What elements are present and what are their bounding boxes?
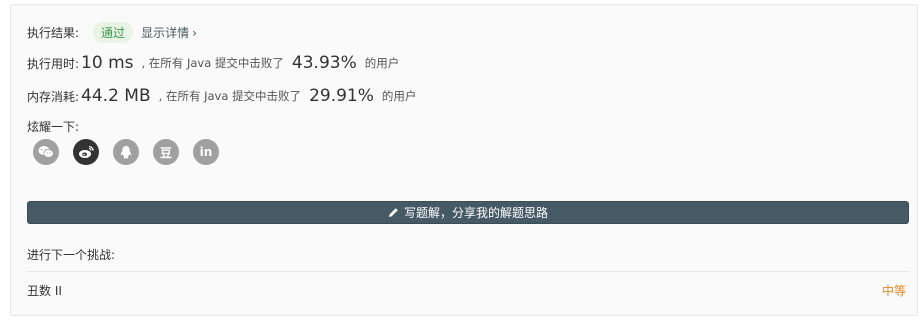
difficulty-badge: 中等: [881, 284, 906, 298]
pencil-icon: [388, 207, 399, 218]
runtime-percent: 43.93%: [291, 53, 357, 73]
weibo-icon[interactable]: [73, 139, 99, 165]
share-icons: 豆 in: [33, 139, 233, 165]
share-label: 炫耀一下:: [27, 120, 80, 134]
submission-result-panel: 执行结果: 通过 显示详情 › 执行用时: 10 ms , 在所有 Java 提…: [10, 4, 918, 316]
memory-suffix: 的用户: [381, 89, 417, 103]
show-details-link[interactable]: 显示详情 ›: [141, 24, 197, 41]
next-problem-link[interactable]: 丑数 II: [27, 282, 62, 299]
runtime-beat-text: , 在所有 Java 提交中击败了: [141, 56, 284, 70]
runtime-label: 执行用时:: [27, 56, 80, 71]
memory-label: 内存消耗:: [27, 89, 80, 104]
runtime-suffix: 的用户: [364, 56, 400, 70]
result-row: 执行结果: 通过 显示详情 ›: [27, 22, 197, 43]
linkedin-glyph: in: [199, 145, 213, 159]
status-badge: 通过: [93, 22, 134, 43]
memory-beat-text: , 在所有 Java 提交中击败了: [158, 89, 302, 103]
qq-icon[interactable]: [113, 139, 139, 165]
write-solution-button[interactable]: 写题解，分享我的解题思路: [27, 201, 909, 224]
result-label: 执行结果:: [27, 26, 80, 40]
memory-percent: 29.91%: [309, 86, 374, 106]
divider: [27, 271, 909, 272]
memory-row: 内存消耗: 44.2 MB , 在所有 Java 提交中击败了 29.91% 的…: [27, 86, 416, 106]
show-details-label: 显示详情: [141, 26, 190, 40]
memory-value: 44.2 MB: [81, 86, 151, 106]
douban-icon[interactable]: 豆: [153, 139, 179, 165]
next-challenge-label: 进行下一个挑战:: [27, 248, 116, 262]
write-solution-label: 写题解，分享我的解题思路: [403, 206, 548, 220]
douban-glyph: 豆: [159, 145, 172, 160]
wechat-icon[interactable]: [33, 139, 59, 165]
chevron-right-icon: ›: [192, 25, 197, 40]
runtime-value: 10 ms: [81, 53, 134, 73]
linkedin-icon[interactable]: in: [193, 139, 219, 165]
share-row: 炫耀一下:: [27, 118, 79, 135]
runtime-row: 执行用时: 10 ms , 在所有 Java 提交中击败了 43.93% 的用户: [27, 53, 399, 73]
